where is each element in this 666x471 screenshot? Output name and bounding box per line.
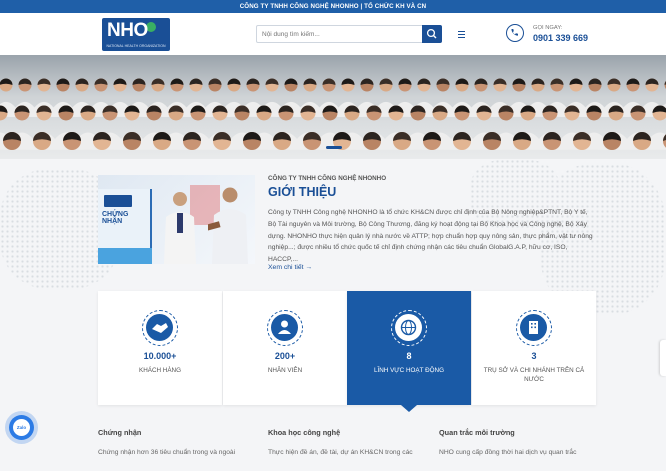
staff-group-photo bbox=[0, 78, 666, 150]
logo-text: NHO bbox=[107, 20, 148, 41]
service-certification[interactable]: Chứng nhận Chứng nhận hơn 36 tiêu chuẩn … bbox=[98, 428, 258, 458]
stat-card-offices[interactable]: 3 TRỤ SỞ VÀ CHI NHÁNH TRÊN CẢ NƯỚC bbox=[472, 291, 596, 405]
hero-banner bbox=[0, 55, 666, 159]
person-figure bbox=[208, 187, 248, 264]
stat-value: 200+ bbox=[274, 351, 296, 361]
handshake-icon bbox=[152, 323, 168, 333]
read-more-link[interactable]: Xem chi tiết → bbox=[268, 264, 312, 271]
stat-card-staff[interactable]: 200+ NHÂN VIÊN bbox=[223, 291, 347, 405]
stat-label: NHÂN VIÊN bbox=[267, 367, 303, 374]
service-text: NHO cung cấp đồng thời hai dịch vụ quan … bbox=[439, 449, 577, 456]
search-button[interactable] bbox=[422, 25, 442, 43]
stat-value: 3 bbox=[531, 351, 537, 361]
service-environment-monitoring[interactable]: Quan trắc môi trường NHO cung cấp đồng t… bbox=[439, 428, 599, 458]
globe-icon bbox=[400, 319, 417, 336]
staff-icon bbox=[278, 320, 291, 334]
stat-value: 8 bbox=[406, 351, 412, 361]
call-label: GỌI NGAY: bbox=[533, 25, 563, 31]
stat-card-fields[interactable]: 8 LĨNH VỰC HOẠT ĐỘNG bbox=[347, 291, 471, 412]
logo[interactable]: NHO NATIONAL HEALTH ORGANIZATION bbox=[102, 18, 170, 51]
zalo-label: Zalo bbox=[13, 419, 30, 436]
phone-icon bbox=[506, 24, 524, 42]
service-title: Chứng nhận bbox=[98, 428, 142, 437]
service-text: Chứng nhận hơn 36 tiêu chuẩn trong và ng… bbox=[98, 449, 236, 456]
menu-toggle-button[interactable] bbox=[456, 28, 468, 40]
logo-subtitle: NATIONAL HEALTH ORGANIZATION bbox=[106, 44, 166, 48]
hotline-number[interactable]: 0901 339 669 bbox=[533, 33, 588, 43]
stat-label: TRỤ SỞ VÀ CHI NHÁNH TRÊN CẢ NƯỚC bbox=[483, 367, 585, 383]
site-header: NHO NATIONAL HEALTH ORGANIZATION GỌI NGA… bbox=[0, 13, 666, 55]
stat-value: 10.000+ bbox=[143, 351, 177, 361]
intro-image: CHỨNG NHẬN bbox=[98, 175, 255, 264]
person-figure bbox=[164, 192, 196, 264]
company-label: CÔNG TY TNHH CÔNG NGHỆ NHONHO bbox=[268, 175, 387, 182]
certificate-board-title: CHỨNG NHẬN bbox=[102, 211, 129, 225]
stat-card-customers[interactable]: 10.000+ KHÁCH HÀNG bbox=[98, 291, 222, 405]
intro-heading: GIỚI THIỆU bbox=[268, 185, 337, 199]
zalo-chat-button[interactable]: Zalo bbox=[9, 415, 34, 440]
building-icon bbox=[529, 321, 538, 334]
slider-indicator[interactable] bbox=[326, 146, 342, 149]
stat-label: LĨNH VỰC HOẠT ĐỘNG bbox=[374, 367, 444, 374]
stat-label: KHÁCH HÀNG bbox=[139, 367, 181, 374]
service-text: Thực hiện đề án, đề tài, dự án KH&CN tro… bbox=[268, 449, 413, 456]
search-icon bbox=[426, 28, 437, 39]
search-box bbox=[256, 25, 442, 43]
top-announcement-bar: CÔNG TY TNHH CÔNG NGHỆ NHONHO | TỔ CHỨC … bbox=[0, 0, 666, 13]
stats-section: 10.000+ KHÁCH HÀNG 200+ NHÂN VIÊN 8 LĨNH… bbox=[98, 291, 596, 412]
service-title: Quan trắc môi trường bbox=[439, 428, 515, 437]
service-title: Khoa học công nghệ bbox=[268, 428, 341, 437]
service-science-technology[interactable]: Khoa học công nghệ Thực hiện đề án, đề t… bbox=[268, 428, 428, 458]
side-widget-tab[interactable] bbox=[660, 340, 666, 376]
intro-paragraph: Công ty TNHH Công nghệ NHONHO là tổ chức… bbox=[268, 209, 593, 264]
search-input[interactable] bbox=[257, 26, 423, 42]
certificate-board: CHỨNG NHẬN bbox=[98, 189, 152, 264]
